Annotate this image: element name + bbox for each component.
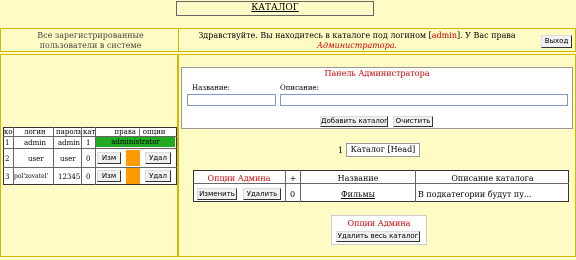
delete-all-catalog-button[interactable]: Удалить весь каталог — [336, 231, 420, 242]
users-row-3-role-marker[interactable] — [126, 168, 140, 184]
catalog-row-desc: В подкатегории будут пу... — [418, 190, 532, 199]
catalog-header-plus: + — [289, 174, 297, 183]
users-row-1-id: 1 — [5, 139, 10, 147]
users-col-line — [81, 127, 82, 185]
header-title-box: КАТАЛОГ — [176, 1, 374, 16]
breadcrumb-num: 1 — [338, 146, 344, 155]
users-row-3-password: 12345 — [58, 173, 80, 181]
users-row-1-login: admin — [24, 139, 47, 147]
users-header-id: ко — [4, 128, 13, 136]
catalog-desc-textarea[interactable] — [280, 94, 568, 106]
users-row-2-password: user — [60, 155, 76, 163]
catalog-header-options: Опции Админа — [207, 174, 271, 183]
users-row-3-login: pol'zovatel' — [14, 173, 49, 180]
users-col-line — [53, 127, 54, 185]
admin-panel-title: Панель Администратора — [324, 69, 430, 78]
users-row-1-password: admin — [58, 139, 80, 147]
breadcrumb[interactable]: Каталог [Head] — [346, 143, 420, 157]
users-row-3-cat: 0 — [86, 173, 91, 181]
users-row-3-line — [3, 167, 177, 168]
clear-button[interactable]: Очистить — [393, 116, 433, 127]
users-row-2-login: user — [28, 155, 44, 163]
users-col-line — [13, 127, 14, 185]
users-header-rights: права | опции — [114, 128, 166, 136]
users-row-3-id: 3 — [5, 173, 10, 181]
logout-button[interactable]: Выход — [541, 35, 572, 48]
name-label: Название: — [192, 84, 231, 92]
users-header-login: логин — [24, 128, 46, 136]
left-panel-heading: Все зарегистрированные пользователи в си… — [37, 31, 144, 50]
users-row-3-delete-button[interactable]: Удал — [145, 170, 171, 182]
catalog-header-name: Название — [337, 174, 379, 183]
bottom-options-title: Опции Админа — [347, 219, 411, 228]
page-title: КАТАЛОГ — [251, 3, 299, 13]
users-row-2-delete-button[interactable]: Удал — [145, 152, 171, 164]
users-row-2-cat: 0 — [86, 155, 91, 163]
users-header-cat: кат — [83, 128, 95, 136]
admin-role-badge: administrator — [96, 137, 175, 147]
users-row-2-id: 2 — [5, 155, 10, 163]
desc-label: Описание: — [280, 84, 319, 92]
greeting-text: Здравствуйте. Вы находитесь в каталоге п… — [198, 31, 516, 50]
users-row-1-cat: 1 — [86, 139, 91, 147]
users-row-2-edit-button[interactable]: Изм — [97, 152, 121, 164]
catalog-name-input[interactable] — [187, 94, 276, 106]
catalog-header-line — [193, 183, 569, 184]
catalog-header-desc: Описание каталога — [451, 174, 534, 183]
users-col-line — [95, 127, 96, 185]
add-catalog-button[interactable]: Добавить каталог — [320, 116, 388, 127]
catalog-row-count: 0 — [290, 190, 296, 199]
users-row-2-role-marker[interactable] — [126, 150, 140, 166]
greeting-login: admin — [431, 31, 457, 40]
catalog-row-name-link[interactable]: Фильмы — [301, 190, 415, 199]
users-header-password: пароль — [56, 128, 81, 136]
users-row-2-line — [3, 148, 177, 149]
users-row-3-edit-button[interactable]: Изм — [97, 170, 121, 182]
top-band-divider — [178, 28, 179, 52]
catalog-edit-button[interactable]: Изменить — [197, 188, 237, 200]
catalog-delete-button[interactable]: Удалить — [243, 188, 281, 200]
greeting-rights: Администратора. — [316, 41, 398, 50]
